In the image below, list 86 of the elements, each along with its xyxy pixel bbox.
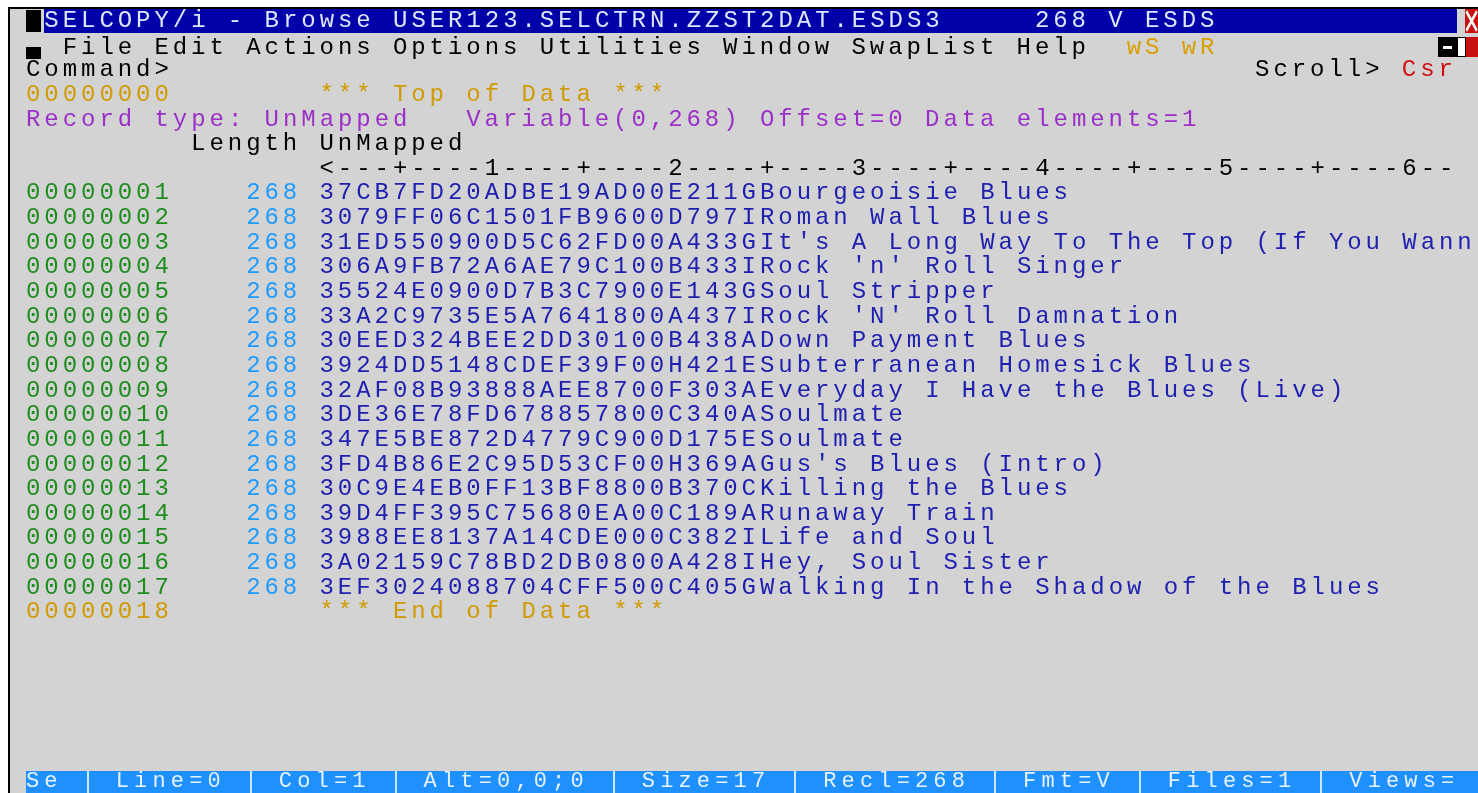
status-field: Alt=0,0;0 xyxy=(394,771,613,793)
record-length: 268 xyxy=(246,353,302,379)
record-length: 268 xyxy=(246,304,302,330)
status-field: Recl=268 xyxy=(794,771,995,793)
status-field: Size=17 xyxy=(612,771,795,793)
line-number: 00000011 xyxy=(26,427,173,453)
status-field: Files=1 xyxy=(1138,771,1321,793)
record-data: 347E5BE872D4779C900D175ESoulmate xyxy=(319,427,907,453)
record-data: 3FD4B86E2C95D53CF00H369AGus's Blues (Intro) xyxy=(319,452,1109,478)
end-of-data-marker: *** End of Data *** xyxy=(319,600,669,626)
record-data: 32AF08B93888AEE8700F303AEveryday I Have the Blues (Live) xyxy=(319,378,1347,404)
maximize-button[interactable] xyxy=(1456,37,1466,58)
record-data: 3A02159C78BD2DB0800A428IHey, Soul Sister xyxy=(319,551,1054,576)
record-data: 35524E0900D7B3C7900E143GSoul Stripper xyxy=(319,280,999,305)
record-details: Variable(0,268) Offset=0 Data elements=1 xyxy=(466,107,1200,133)
line-number: 00000007 xyxy=(26,329,173,354)
line-number: 00000006 xyxy=(26,304,173,330)
record-length: 268 xyxy=(246,206,302,231)
record-data: 3924DD5148CDEF39F00H421ESubterranean Homesick Blues xyxy=(319,353,1256,379)
top-of-data-marker: *** Top of Data *** xyxy=(319,82,669,108)
menu-item[interactable]: SwapList xyxy=(851,33,999,61)
record-data: 306A9FB72A6AE79C100B433IRock 'n' Roll Singer xyxy=(319,255,1127,281)
menu-item[interactable]: Options xyxy=(392,33,522,61)
scroll-value: Csr xyxy=(1401,58,1457,83)
line-number: 00000015 xyxy=(26,526,173,552)
line-number: 00000001 xyxy=(26,181,173,207)
record-data: 3079FF06C1501FB9600D797IRoman Wall Blues xyxy=(319,206,1054,231)
record-length: 268 xyxy=(246,501,302,527)
line-number: 00000013 xyxy=(26,477,173,502)
record-data: 3988EE8137A14CDE000C382ILife and Soul xyxy=(319,526,999,552)
record-data: 30EED324BEE2DD30100B438ADown Payment Blues xyxy=(319,329,1090,354)
line-number: 00000009 xyxy=(26,378,173,404)
menu-item[interactable]: Edit xyxy=(154,33,228,61)
command-label: Command> xyxy=(26,58,173,83)
status-field: Se xyxy=(26,771,87,793)
record-type: Record type: UnMapped xyxy=(26,107,412,133)
status-field: Col=1 xyxy=(249,771,395,793)
menu-item[interactable]: Window xyxy=(723,33,834,61)
menu-item[interactable]: Help xyxy=(1016,33,1090,61)
record-data: 3DE36E78FD678857800C340ASoulmate xyxy=(319,403,907,428)
menu-item[interactable]: Actions xyxy=(246,33,375,61)
window-title: SELCOPY/i - Browse USER123.SELCTRN.ZZST2DAT.ESDS3 xyxy=(44,9,944,34)
record-length: 268 xyxy=(246,526,302,552)
record-length: 268 xyxy=(246,575,302,601)
record-length: 268 xyxy=(246,551,302,576)
dataset-info: 268 V ESDS xyxy=(1034,9,1219,34)
line-number: 00000016 xyxy=(26,551,173,576)
line-number: 00000012 xyxy=(26,452,173,478)
record-length: 268 xyxy=(246,477,302,502)
line-number: 00000010 xyxy=(26,403,173,428)
record-length: 268 xyxy=(246,452,302,478)
line-number: 00000003 xyxy=(26,230,173,256)
line-number: 00000002 xyxy=(26,206,173,231)
record-length: 268 xyxy=(246,378,302,404)
record-data: 39D4FF395C75680EA00C189ARunaway Train xyxy=(319,501,999,527)
column-header: UnMapped xyxy=(319,132,467,157)
record-length: 268 xyxy=(246,181,302,207)
record-length: 268 xyxy=(246,427,302,453)
record-data: 31ED550900D5C62FD00A433GIt's A Long Way To The Top (If You Wann xyxy=(319,230,1476,256)
record-length: 268 xyxy=(246,329,302,354)
status-field: Fmt=V xyxy=(994,771,1139,793)
record-data: 3EF3024088704CFF500C405GWalking In the Shadow of the Blues xyxy=(319,575,1384,601)
record-data: 37CB7FD20ADBE19AD00E211GBourgeoisie Blues xyxy=(319,181,1072,207)
menu-item[interactable]: File xyxy=(62,33,137,61)
bar-icon xyxy=(26,46,41,59)
line-number: 00000004 xyxy=(26,255,173,281)
line-number: 00000014 xyxy=(26,501,173,527)
line-number: 00000005 xyxy=(26,280,173,305)
minimize-button[interactable] xyxy=(1438,37,1457,58)
record-length: 268 xyxy=(246,403,302,428)
line-number: 00000018 xyxy=(26,600,173,626)
menu-item[interactable]: Utilities xyxy=(539,33,705,61)
column-ruler: <---+----1----+----2----+----3----+----4----+----5----+----6-- xyxy=(319,156,1457,182)
record-data: 33A2C9735E5A7641800A437IRock 'N' Roll Damnation xyxy=(319,304,1182,330)
record-data: 30C9E4EB0FF13BF8800B370CKilling the Blues xyxy=(319,477,1072,502)
column-header: Length xyxy=(191,132,302,157)
status-field: Views= xyxy=(1320,771,1460,793)
scroll-label: Scroll> xyxy=(1255,58,1384,83)
line-number: 00000000 xyxy=(26,82,173,108)
line-number: 00000017 xyxy=(26,575,173,601)
record-length: 268 xyxy=(246,230,302,256)
line-number: 00000008 xyxy=(26,353,173,379)
square-icon xyxy=(26,10,41,33)
status-field: Line=0 xyxy=(86,771,250,793)
record-length: 268 xyxy=(246,255,302,281)
record-length: 268 xyxy=(246,280,302,305)
